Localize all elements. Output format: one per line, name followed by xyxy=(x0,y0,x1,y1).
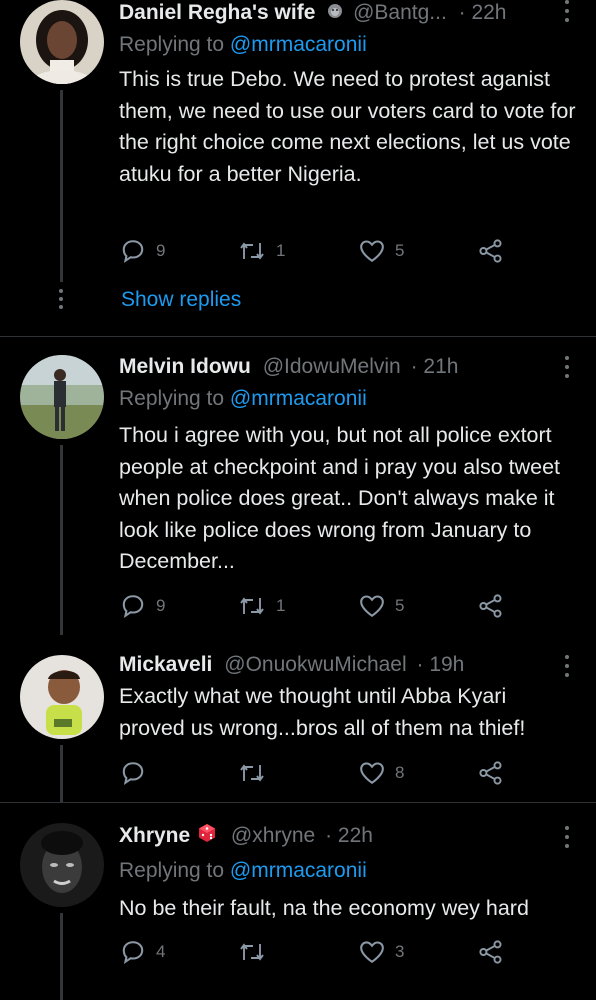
user-handle[interactable]: @Bantg... xyxy=(353,1,447,24)
display-name[interactable]: Xhryne xyxy=(119,824,190,847)
tweet-actions: 8 xyxy=(120,759,520,787)
heart-icon xyxy=(360,240,384,262)
user-handle[interactable]: @OnuokwuMichael xyxy=(224,653,406,676)
more-options-icon[interactable] xyxy=(564,655,570,682)
mention-link[interactable]: @mrmacaronii xyxy=(230,33,367,56)
like-count: 8 xyxy=(395,763,405,782)
share-button[interactable] xyxy=(478,759,504,787)
game-die-emoji-icon xyxy=(197,823,217,850)
tweet-text: No be their fault, na the economy wey ha… xyxy=(119,896,529,920)
avatar-photo xyxy=(20,655,104,739)
retweet-icon xyxy=(240,943,264,961)
avatar[interactable] xyxy=(20,355,104,439)
tweet-text: This is true Debo. We need to protest ag… xyxy=(119,67,576,186)
timestamp[interactable]: · 21h xyxy=(411,355,459,378)
reply-icon xyxy=(122,595,144,619)
retweet-icon xyxy=(240,764,264,782)
tweet-actions: 9 1 5 xyxy=(120,592,520,620)
tweet-actions: 9 1 5 xyxy=(120,237,520,265)
tweet-text: Thou i agree with you, but not all polic… xyxy=(119,423,561,573)
share-icon xyxy=(479,940,502,964)
replying-to-label: Replying to xyxy=(119,33,225,56)
more-options-icon[interactable] xyxy=(564,0,570,27)
like-count: 3 xyxy=(395,942,405,961)
thread-dots-icon xyxy=(58,289,64,313)
timestamp[interactable]: · 22h xyxy=(325,824,373,847)
more-options-icon[interactable] xyxy=(564,826,570,853)
like-count: 5 xyxy=(395,241,405,260)
share-button[interactable] xyxy=(478,938,504,966)
replying-to: Replying to @mrmacaronii xyxy=(119,386,367,412)
mention-link[interactable]: @mrmacaronii xyxy=(230,859,367,882)
user-handle[interactable]: @IdowuMelvin xyxy=(263,355,401,378)
tweet-2[interactable]: Melvin Idowu @IdowuMelvin · 21h Replying… xyxy=(0,337,596,635)
thread-line xyxy=(60,913,63,1000)
replying-to: Replying to @mrmacaronii xyxy=(119,858,367,884)
retweet-button[interactable] xyxy=(238,938,276,966)
tweet-header: Daniel Regha's wife @Bantg... · 22h xyxy=(119,0,556,26)
tweet-text: Exactly what we thought until Abba Kyari… xyxy=(119,684,526,740)
thread-line xyxy=(60,745,63,802)
replying-to-label: Replying to xyxy=(119,387,225,410)
like-count: 5 xyxy=(395,596,405,615)
avatar[interactable] xyxy=(20,0,104,84)
tweet-1[interactable]: Daniel Regha's wife @Bantg... · 22h Repl… xyxy=(0,0,596,336)
avatar[interactable] xyxy=(20,823,104,907)
tweet-header: Mickaveli @OnuokwuMichael · 19h xyxy=(119,652,556,678)
like-button[interactable]: 5 xyxy=(359,237,404,265)
user-handle[interactable]: @xhryne xyxy=(231,824,315,847)
display-name[interactable]: Mickaveli xyxy=(119,653,212,676)
reply-count: 9 xyxy=(156,241,166,260)
timestamp[interactable]: · 22h xyxy=(459,1,507,24)
tweet-header: Melvin Idowu @IdowuMelvin · 21h xyxy=(119,354,556,380)
tweet-actions: 4 3 xyxy=(120,938,520,966)
tweet-4[interactable]: Xhryne @xhryne · 22h Replying to @mrmaca… xyxy=(0,803,596,1000)
retweet-button[interactable]: 1 xyxy=(238,237,285,265)
thread-line xyxy=(60,90,63,282)
reply-button[interactable] xyxy=(120,759,156,787)
share-icon xyxy=(479,594,502,618)
retweet-button[interactable] xyxy=(238,759,276,787)
retweet-icon xyxy=(240,597,264,615)
like-button[interactable]: 8 xyxy=(359,759,404,787)
display-name[interactable]: Daniel Regha's wife xyxy=(119,1,315,24)
share-icon xyxy=(479,239,502,263)
heart-icon xyxy=(360,941,384,963)
retweet-button[interactable]: 1 xyxy=(238,592,285,620)
replying-to: Replying to @mrmacaronii xyxy=(119,32,367,58)
tweet-3[interactable]: Mickaveli @OnuokwuMichael · 19h Exactly … xyxy=(0,635,596,802)
reply-icon xyxy=(122,240,144,264)
timestamp[interactable]: · 19h xyxy=(417,653,465,676)
share-button[interactable] xyxy=(478,237,504,265)
reply-count: 9 xyxy=(156,596,166,615)
more-options-icon[interactable] xyxy=(564,356,570,383)
reply-button[interactable]: 4 xyxy=(120,938,165,966)
like-button[interactable]: 5 xyxy=(359,592,404,620)
avatar-photo xyxy=(20,355,104,439)
reply-button[interactable]: 9 xyxy=(120,592,165,620)
tweet-header: Xhryne @xhryne · 22h xyxy=(119,823,556,850)
reply-count: 4 xyxy=(156,942,166,961)
show-replies-link[interactable]: Show replies xyxy=(121,288,241,312)
share-icon xyxy=(479,761,502,785)
reply-icon xyxy=(122,941,144,965)
like-button[interactable]: 3 xyxy=(359,938,404,966)
heart-icon xyxy=(360,595,384,617)
avatar-photo xyxy=(20,0,104,84)
reply-button[interactable]: 9 xyxy=(120,237,165,265)
retweet-count: 1 xyxy=(276,596,286,615)
mention-link[interactable]: @mrmacaronii xyxy=(230,387,367,410)
replying-to-label: Replying to xyxy=(119,859,225,882)
avatar-photo xyxy=(20,823,104,907)
avatar[interactable] xyxy=(20,655,104,739)
share-button[interactable] xyxy=(478,592,504,620)
retweet-icon xyxy=(240,242,264,260)
gorilla-emoji-icon xyxy=(327,0,343,26)
retweet-count: 1 xyxy=(276,241,286,260)
reply-icon xyxy=(122,762,144,786)
thread-line xyxy=(60,445,63,635)
heart-icon xyxy=(360,762,384,784)
display-name[interactable]: Melvin Idowu xyxy=(119,355,251,378)
